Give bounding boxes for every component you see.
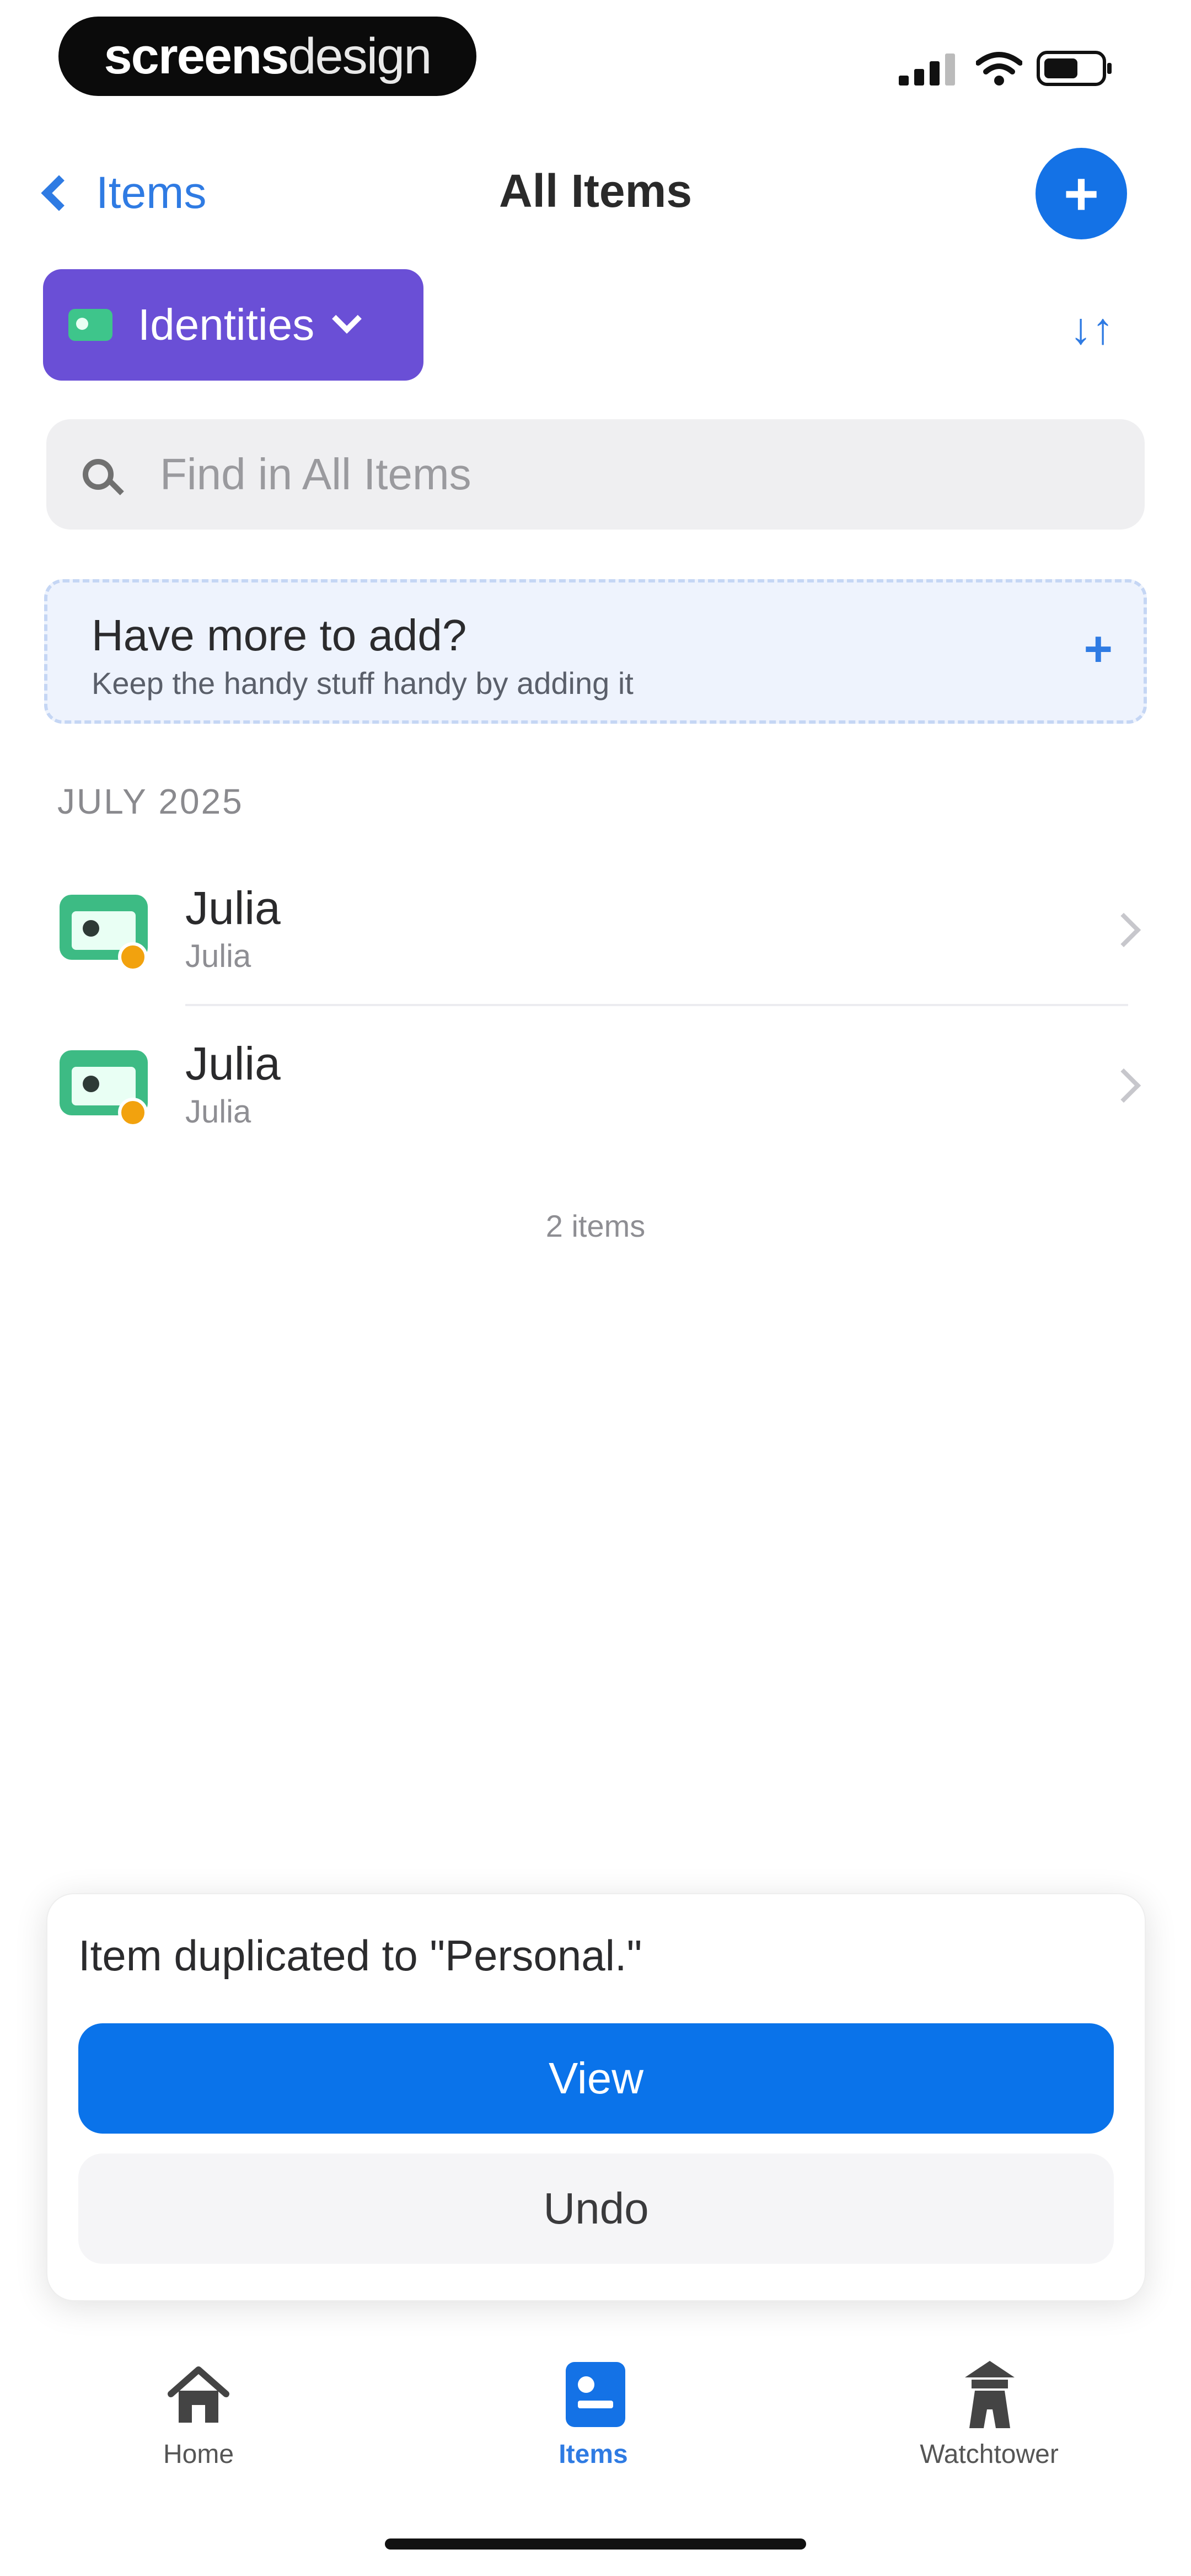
home-indicator xyxy=(385,2538,806,2550)
battery-icon xyxy=(1037,51,1112,86)
brand-text-light: design xyxy=(288,28,432,84)
sort-button[interactable]: ↓↑ xyxy=(1070,303,1114,354)
plus-icon: + xyxy=(1083,622,1113,677)
search-input[interactable] xyxy=(159,448,988,500)
section-header-date: JULY 2025 xyxy=(57,782,244,821)
item-subtitle: Julia xyxy=(185,938,251,974)
identity-icon xyxy=(60,895,148,972)
screensdesign-watermark: screens design xyxy=(58,17,476,96)
home-icon xyxy=(168,2366,229,2423)
duplicate-toast: Item duplicated to "Personal." View Undo xyxy=(46,1893,1146,2301)
tab-home[interactable]: Home xyxy=(88,2351,309,2478)
item-count: 2 items xyxy=(545,1209,646,1243)
identity-icon xyxy=(60,1050,148,1127)
chevron-right-icon xyxy=(1106,912,1141,948)
banner-title: Have more to add? xyxy=(92,611,467,660)
cellular-signal-icon xyxy=(899,54,955,85)
view-button[interactable]: View xyxy=(78,2023,1114,2134)
category-filter-button[interactable]: Identities xyxy=(43,269,423,381)
sort-icon: ↓↑ xyxy=(1070,304,1114,353)
favorite-badge-icon xyxy=(118,1098,148,1127)
tab-label: Home xyxy=(163,2440,234,2469)
item-subtitle: Julia xyxy=(185,1094,251,1130)
search-icon xyxy=(83,459,114,490)
chevron-right-icon xyxy=(1106,1068,1141,1103)
add-more-banner[interactable]: Have more to add? Keep the handy stuff h… xyxy=(44,579,1147,724)
chevron-down-icon xyxy=(332,304,362,334)
search-bar[interactable] xyxy=(46,419,1145,530)
tab-watchtower[interactable]: Watchtower xyxy=(879,2351,1099,2478)
brand-text-bold: screens xyxy=(104,28,289,84)
toast-message: Item duplicated to "Personal." xyxy=(78,1931,642,1980)
tab-label: Items xyxy=(559,2440,628,2469)
page-title: All Items xyxy=(498,165,693,217)
list-item[interactable]: Julia Julia xyxy=(0,1005,1191,1161)
items-icon xyxy=(566,2362,625,2427)
add-item-button[interactable]: + xyxy=(1036,148,1127,239)
tab-label: Watchtower xyxy=(920,2440,1059,2469)
tab-items[interactable]: Items xyxy=(483,2351,704,2478)
undo-button[interactable]: Undo xyxy=(78,2153,1114,2264)
item-title: Julia xyxy=(185,1038,281,1089)
list-item[interactable]: Julia Julia xyxy=(0,849,1191,1006)
favorite-badge-icon xyxy=(118,942,148,972)
wifi-icon xyxy=(976,52,1022,85)
watchtower-icon xyxy=(965,2361,1015,2428)
item-title: Julia xyxy=(185,882,281,934)
plus-icon: + xyxy=(1063,159,1099,228)
banner-subtitle: Keep the handy stuff handy by adding it xyxy=(92,666,634,701)
category-filter-label: Identities xyxy=(138,300,315,349)
identity-card-icon xyxy=(68,309,112,341)
